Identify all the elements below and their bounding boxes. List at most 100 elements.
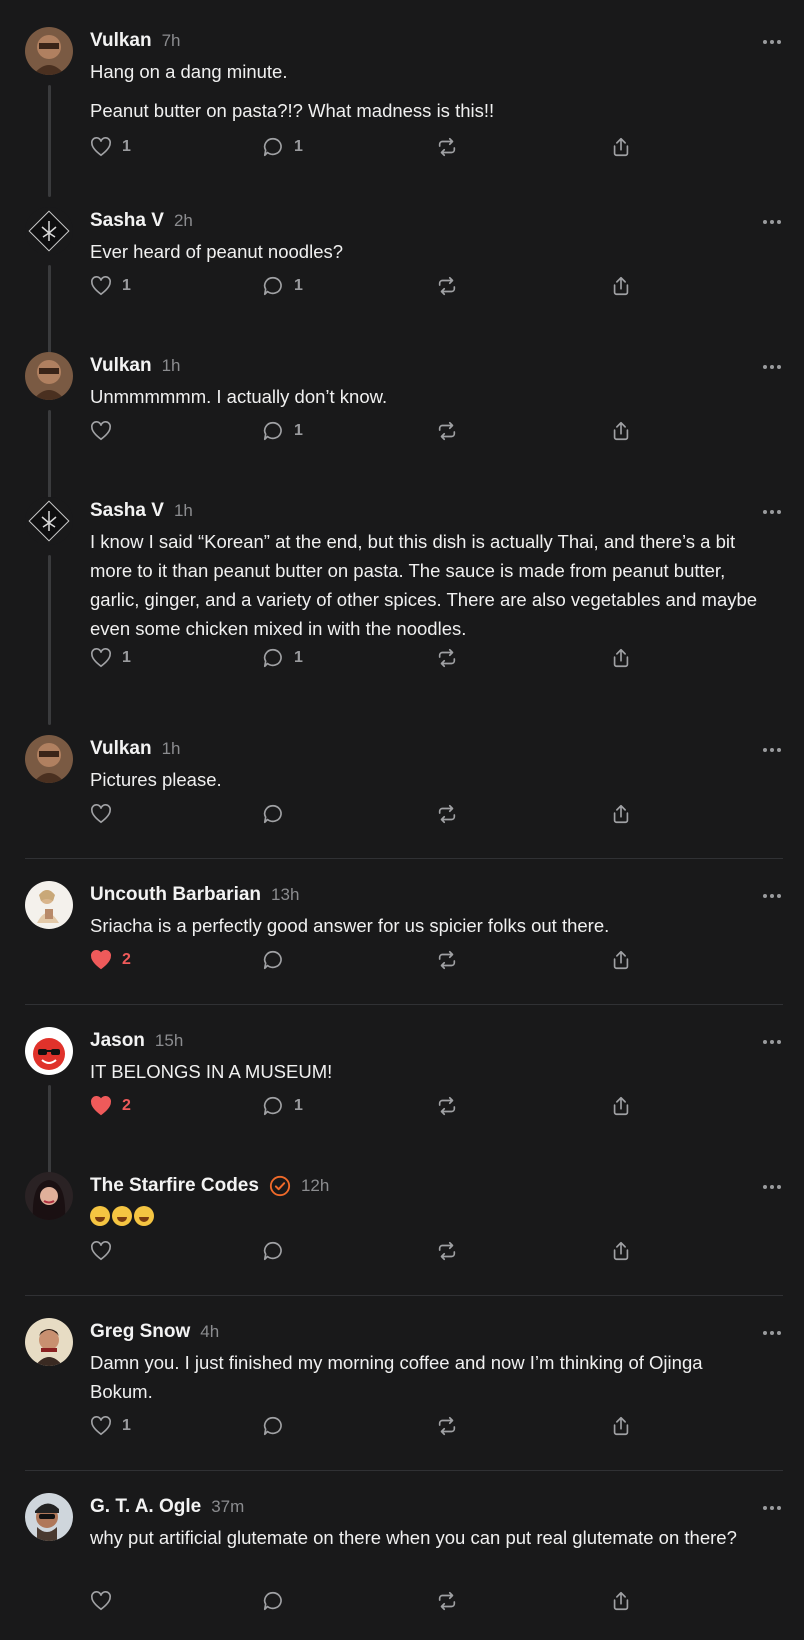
share-button[interactable] [610, 134, 632, 160]
reply-button[interactable]: 1 [262, 645, 303, 671]
repost-button[interactable] [436, 418, 458, 444]
like-button[interactable]: 2 [90, 947, 131, 973]
author-name[interactable]: Sasha V [90, 500, 164, 522]
repost-button[interactable] [436, 801, 458, 827]
like-button[interactable]: 1 [90, 645, 131, 671]
like-button[interactable] [90, 1238, 122, 1264]
share-icon [613, 421, 629, 441]
avatar-vulkan[interactable] [25, 27, 73, 75]
thread-line [48, 555, 51, 725]
more-options-icon[interactable] [762, 358, 782, 369]
share-button[interactable] [610, 1093, 632, 1119]
share-icon [613, 1241, 629, 1261]
like-button[interactable]: 2 [90, 1093, 131, 1119]
author-name[interactable]: Vulkan [90, 355, 152, 377]
repost-button[interactable] [436, 1413, 458, 1439]
timestamp[interactable]: 4h [200, 1322, 219, 1342]
speech-bubble-icon [263, 1416, 282, 1436]
like-button[interactable] [90, 1588, 122, 1614]
like-button[interactable] [90, 418, 122, 444]
heart-icon [91, 1096, 111, 1116]
author-name[interactable]: Uncouth Barbarian [90, 884, 261, 906]
avatar-sasha-v[interactable] [25, 497, 73, 545]
reply-button[interactable] [262, 947, 294, 973]
action-bar: 2 [90, 947, 650, 973]
timestamp[interactable]: 12h [301, 1176, 329, 1196]
author-name[interactable]: G. T. A. Ogle [90, 1496, 201, 1518]
timestamp[interactable]: 15h [155, 1031, 183, 1051]
avatar-vulkan[interactable] [25, 735, 73, 783]
more-options-icon[interactable] [762, 213, 782, 224]
comment-header: The Starfire Codes 12h [90, 1174, 329, 1198]
more-options-icon[interactable] [762, 33, 782, 44]
share-button[interactable] [610, 1588, 632, 1614]
share-icon [613, 137, 629, 157]
repost-button[interactable] [436, 947, 458, 973]
share-button[interactable] [610, 1238, 632, 1264]
avatar-jason[interactable] [25, 1027, 73, 1075]
comment-paragraph: Sriacha is a perfectly good answer for u… [90, 915, 610, 936]
share-button[interactable] [610, 1413, 632, 1439]
reply-button[interactable]: 1 [262, 1093, 303, 1119]
avatar-the-starfire-codes[interactable] [25, 1172, 73, 1220]
more-options-icon[interactable] [762, 887, 782, 898]
timestamp[interactable]: 13h [271, 885, 299, 905]
more-options-icon[interactable] [762, 1324, 782, 1335]
divider [25, 1295, 783, 1296]
more-options-icon[interactable] [762, 503, 782, 514]
timestamp[interactable]: 7h [162, 31, 181, 51]
timestamp[interactable]: 1h [162, 356, 181, 376]
like-button[interactable] [90, 801, 122, 827]
author-name[interactable]: Sasha V [90, 210, 164, 232]
comment-text: Pictures please. [90, 765, 770, 804]
comment-header: Sasha V 1h [90, 499, 193, 523]
repost-button[interactable] [436, 645, 458, 671]
avatar-sasha-v[interactable] [25, 207, 73, 255]
timestamp[interactable]: 37m [211, 1497, 244, 1517]
share-button[interactable] [610, 418, 632, 444]
repost-button[interactable] [436, 1093, 458, 1119]
reply-button[interactable] [262, 801, 294, 827]
verified-badge-icon [269, 1175, 291, 1197]
repost-button[interactable] [436, 273, 458, 299]
author-name[interactable]: Jason [90, 1030, 145, 1052]
avatar-vulkan[interactable] [25, 352, 73, 400]
action-bar: 1 [90, 1413, 650, 1439]
timestamp[interactable]: 1h [174, 501, 193, 521]
author-name[interactable]: Greg Snow [90, 1321, 190, 1343]
like-count: 2 [122, 1097, 131, 1114]
share-button[interactable] [610, 273, 632, 299]
reply-button[interactable]: 1 [262, 134, 303, 160]
reply-count: 1 [294, 649, 303, 666]
like-button[interactable]: 1 [90, 134, 131, 160]
reply-button[interactable] [262, 1413, 294, 1439]
share-button[interactable] [610, 801, 632, 827]
repost-button[interactable] [436, 1238, 458, 1264]
reply-button[interactable] [262, 1238, 294, 1264]
repost-button[interactable] [436, 134, 458, 160]
reply-button[interactable] [262, 1588, 294, 1614]
action-bar: 2 1 [90, 1093, 650, 1119]
comment-text: Unmmmmmm. I actually don’t know. [90, 382, 770, 421]
reply-button[interactable]: 1 [262, 418, 303, 444]
avatar-uncouth-barbarian[interactable] [25, 881, 73, 929]
author-name[interactable]: The Starfire Codes [90, 1175, 259, 1197]
comment-text [90, 1202, 770, 1241]
more-options-icon[interactable] [762, 741, 782, 752]
reply-button[interactable]: 1 [262, 273, 303, 299]
like-button[interactable]: 1 [90, 1413, 131, 1439]
repost-button[interactable] [436, 1588, 458, 1614]
avatar-g-t-a-ogle[interactable] [25, 1493, 73, 1541]
like-button[interactable]: 1 [90, 273, 131, 299]
author-name[interactable]: Vulkan [90, 30, 152, 52]
more-options-icon[interactable] [762, 1178, 782, 1189]
timestamp[interactable]: 2h [174, 211, 193, 231]
more-options-icon[interactable] [762, 1499, 782, 1510]
more-options-icon[interactable] [762, 1033, 782, 1044]
avatar-greg-snow[interactable] [25, 1318, 73, 1366]
timestamp[interactable]: 1h [162, 739, 181, 759]
share-button[interactable] [610, 645, 632, 671]
share-button[interactable] [610, 947, 632, 973]
author-name[interactable]: Vulkan [90, 738, 152, 760]
comment-paragraph: I know I said “Korean” at the end, but t… [90, 531, 758, 639]
